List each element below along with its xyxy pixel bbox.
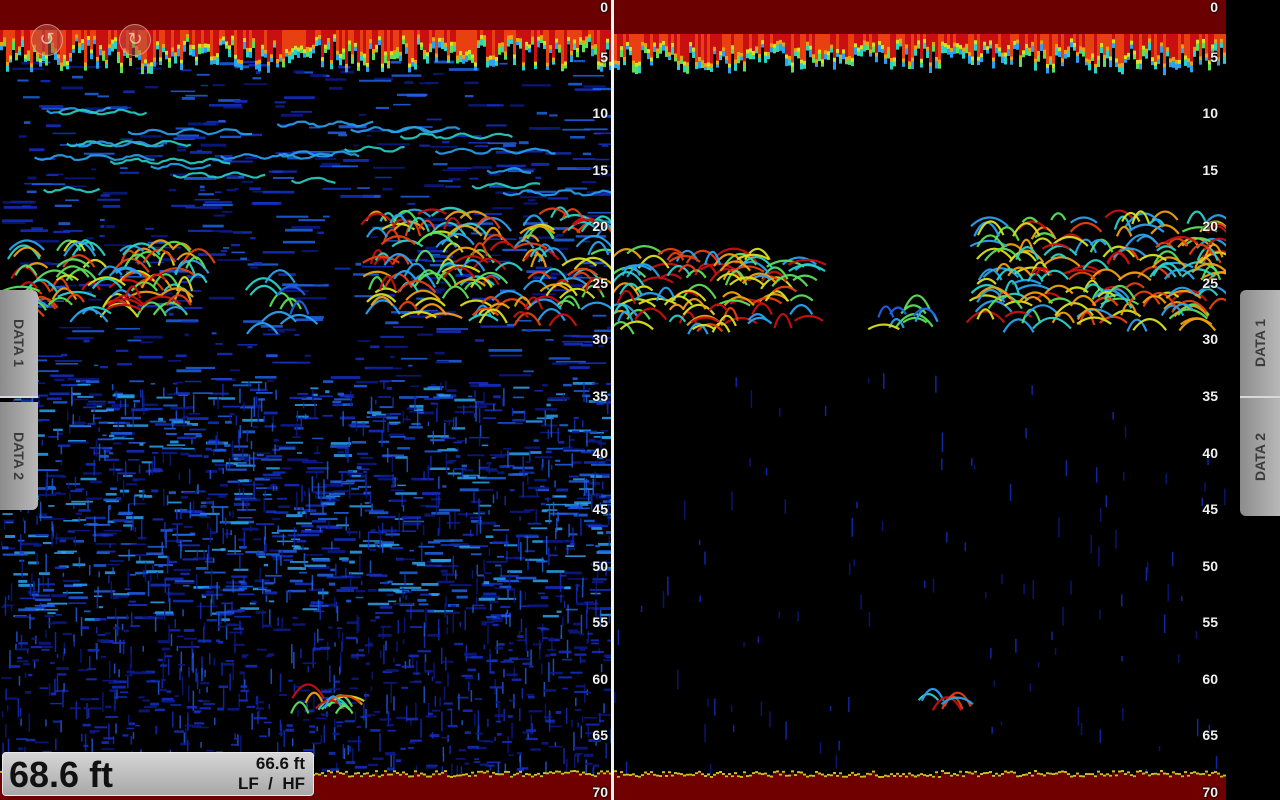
depth-tick-30: 30 <box>592 331 608 348</box>
depth-tick-20: 20 <box>1202 218 1218 235</box>
depth-tick-70: 70 <box>1202 784 1218 800</box>
depth-scale-left: 0 5 10 15 20 25 30 35 40 45 50 55 60 65 70 <box>580 0 612 800</box>
primary-depth-value: 68.6 ft <box>9 754 114 795</box>
sonar-echogram-lf <box>0 0 612 800</box>
redo-button[interactable]: ↻ <box>119 24 151 56</box>
redo-icon: ↻ <box>127 29 143 50</box>
depth-tick-50: 50 <box>1202 557 1218 574</box>
depth-tick-15: 15 <box>1202 161 1218 178</box>
depth-tick-35: 35 <box>1202 388 1218 404</box>
sonar-pane-lf[interactable] <box>0 0 612 800</box>
sonar-echogram-hf <box>614 0 1226 800</box>
depth-tick-15: 15 <box>592 161 608 178</box>
depth-tick-25: 25 <box>592 274 608 291</box>
depth-tick-10: 10 <box>592 105 608 122</box>
depth-tick-45: 45 <box>592 501 608 518</box>
tab-left-data-2-label: DATA 2 <box>11 432 27 480</box>
depth-scale-right: 0 5 10 15 20 25 30 35 40 45 50 55 60 65 70 <box>1190 0 1222 800</box>
tab-left-data-1[interactable]: DATA 1 <box>0 290 38 398</box>
depth-tick-35: 35 <box>592 388 608 404</box>
tab-right-data-2[interactable]: DATA 2 <box>1240 398 1280 516</box>
depth-tick-5: 5 <box>1210 48 1218 65</box>
sonar-display: 0 5 10 15 20 25 30 35 40 45 50 55 60 65 70 0 5 10 15 20 25 3… <box>0 0 1280 800</box>
tab-right-data-2-label: DATA 2 <box>1252 433 1268 481</box>
depth-tick-70: 70 <box>592 784 608 800</box>
depth-tick-25: 25 <box>1202 274 1218 291</box>
tab-left-data-1-label: DATA 1 <box>11 319 27 367</box>
depth-tick-0: 0 <box>1210 0 1218 15</box>
tab-left-data-2[interactable]: DATA 2 <box>0 402 38 510</box>
depth-tick-50: 50 <box>592 557 608 574</box>
depth-tick-55: 55 <box>592 614 608 631</box>
depth-tick-5: 5 <box>600 48 608 65</box>
depth-tick-60: 60 <box>1202 670 1218 687</box>
sonar-pane-hf[interactable] <box>614 0 1226 800</box>
depth-tick-0: 0 <box>600 0 608 15</box>
depth-readout[interactable]: 68.6 ft 66.6 ft LF / HF <box>2 752 314 796</box>
undo-icon: ↺ <box>39 29 55 50</box>
depth-tick-30: 30 <box>1202 331 1218 348</box>
depth-tick-40: 40 <box>592 444 608 461</box>
tab-right-data-1[interactable]: DATA 1 <box>1240 290 1280 398</box>
depth-tick-20: 20 <box>592 218 608 235</box>
depth-tick-65: 65 <box>1202 727 1218 744</box>
depth-tick-65: 65 <box>592 727 608 744</box>
tab-right-data-1-label: DATA 1 <box>1252 319 1268 367</box>
frequency-label: LF / HF <box>237 774 305 793</box>
depth-tick-55: 55 <box>1202 614 1218 631</box>
depth-tick-40: 40 <box>1202 444 1218 461</box>
depth-tick-10: 10 <box>1202 105 1218 122</box>
depth-tick-45: 45 <box>1202 501 1218 518</box>
undo-button[interactable]: ↺ <box>31 24 63 56</box>
depth-tick-60: 60 <box>592 670 608 687</box>
secondary-depth-value: 66.6 ft <box>255 754 305 773</box>
